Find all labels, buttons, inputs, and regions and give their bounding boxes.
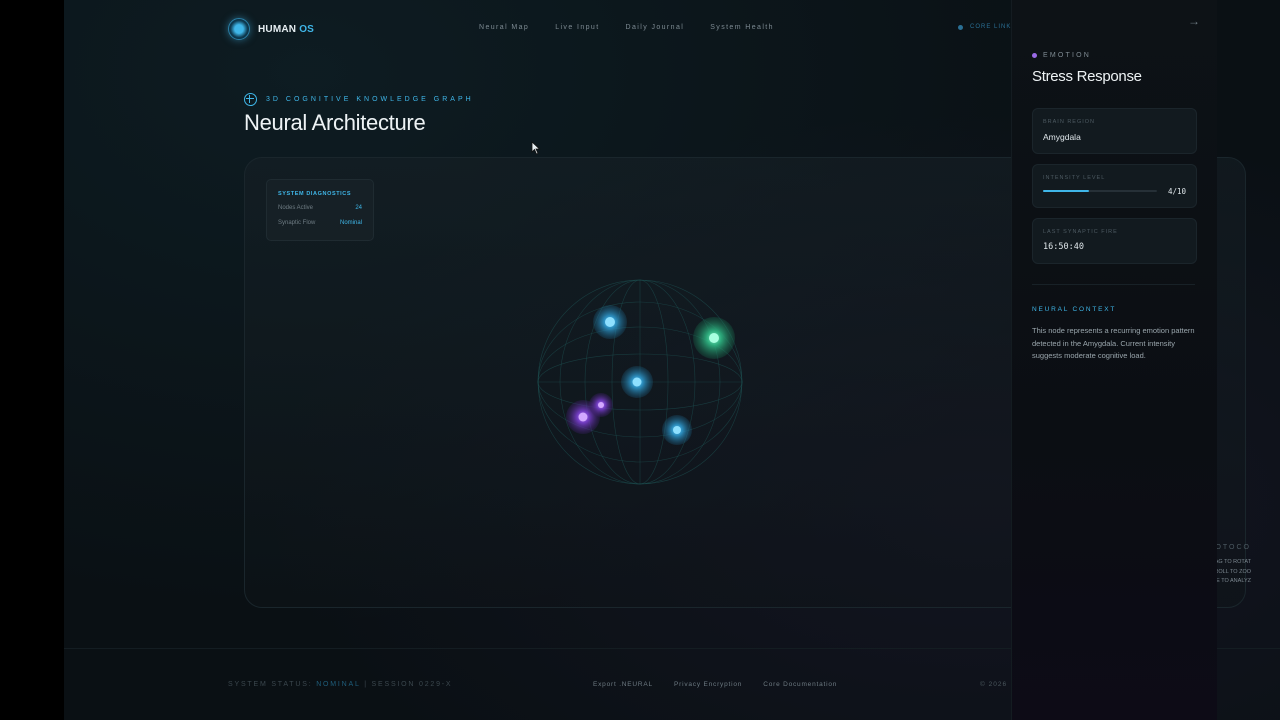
kicker-label: 3D COGNITIVE KNOWLEDGE GRAPH	[266, 96, 474, 103]
panel-divider	[1032, 284, 1195, 285]
mouse-cursor-icon	[531, 141, 541, 155]
intensity-value: 4/10	[1167, 187, 1186, 196]
node-detail-panel: → EMOTION Stress Response BRAIN REGION A…	[1011, 0, 1217, 720]
section-kicker: 3D COGNITIVE KNOWLEDGE GRAPH	[244, 93, 474, 106]
footer-link-export[interactable]: Export .NEURAL	[593, 681, 653, 688]
logo-orb-icon	[228, 18, 250, 40]
nav-live-input[interactable]: Live Input	[555, 24, 599, 31]
nav-system-health[interactable]: System Health	[710, 24, 774, 31]
globe-icon	[244, 93, 257, 106]
logo-text: HUMAN OS	[258, 23, 315, 35]
session-id: | SESSION 0229-X	[364, 681, 453, 688]
node-purple-2[interactable]	[589, 393, 613, 417]
arrow-right-icon[interactable]: →	[1188, 14, 1200, 28]
footer-link-privacy[interactable]: Privacy Encryption	[674, 681, 742, 688]
core-status-label: CORE LINKE	[970, 24, 1017, 30]
intensity-bar	[1043, 190, 1157, 192]
diagnostics-nodes-row: Nodes Active 24	[278, 205, 362, 211]
nav-daily-journal[interactable]: Daily Journal	[626, 24, 685, 31]
footer-status: SYSTEM STATUS: NOMINAL | SESSION 0229-X	[228, 681, 452, 688]
nodes-value: 24	[355, 205, 362, 211]
page-title: Neural Architecture	[244, 110, 426, 135]
synaptic-fire-card: LAST SYNAPTIC FIRE 16:50:40	[1032, 218, 1197, 264]
nodes-label: Nodes Active	[278, 205, 314, 211]
diagnostics-title: SYSTEM DIAGNOSTICS	[278, 191, 352, 197]
knowledge-graph-globe[interactable]	[537, 279, 743, 485]
neural-context-heading: NEURAL CONTEXT	[1032, 306, 1117, 313]
category-dot-icon	[1032, 53, 1037, 58]
footer-copyright: © 2026	[980, 681, 1008, 688]
brain-region-value: Amygdala	[1043, 132, 1081, 142]
intensity-card: INTENSITY LEVEL 4/10	[1032, 164, 1197, 208]
flow-label: Synaptic Flow	[278, 220, 316, 226]
diagnostics-card: SYSTEM DIAGNOSTICS Nodes Active 24 Synap…	[266, 179, 374, 241]
node-title: Stress Response	[1032, 68, 1142, 85]
status-prefix: SYSTEM STATUS:	[228, 681, 313, 688]
status-value: NOMINAL	[316, 681, 361, 688]
status-dot-icon	[958, 24, 963, 30]
flow-value: Nominal	[339, 220, 362, 226]
node-blue-3[interactable]	[662, 415, 692, 445]
intensity-bar-fill	[1043, 190, 1089, 192]
node-blue-2[interactable]	[621, 366, 653, 398]
synaptic-fire-value: 16:50:40	[1043, 242, 1084, 252]
nav-neural-map[interactable]: Neural Map	[479, 24, 529, 31]
logo[interactable]: HUMAN OS	[228, 18, 314, 40]
core-status: CORE LINKE	[958, 24, 1016, 30]
footer-links: Export .NEURAL Privacy Encryption Core D…	[593, 681, 837, 688]
node-green[interactable]	[693, 317, 735, 359]
synaptic-fire-label: LAST SYNAPTIC FIRE	[1043, 229, 1118, 235]
diagnostics-flow-row: Synaptic Flow Nominal	[278, 220, 362, 226]
category-label: EMOTION	[1043, 52, 1092, 59]
top-nav: Neural Map Live Input Daily Journal Syst…	[479, 24, 774, 31]
intensity-label: INTENSITY LEVEL	[1043, 175, 1106, 181]
brain-region-label: BRAIN REGION	[1043, 119, 1096, 125]
neural-context-body: This node represents a recurring emotion…	[1032, 326, 1195, 360]
brain-region-card: BRAIN REGION Amygdala	[1032, 108, 1197, 154]
node-category: EMOTION	[1032, 52, 1091, 59]
footer-link-docs[interactable]: Core Documentation	[763, 681, 837, 688]
node-blue-1[interactable]	[593, 305, 627, 339]
